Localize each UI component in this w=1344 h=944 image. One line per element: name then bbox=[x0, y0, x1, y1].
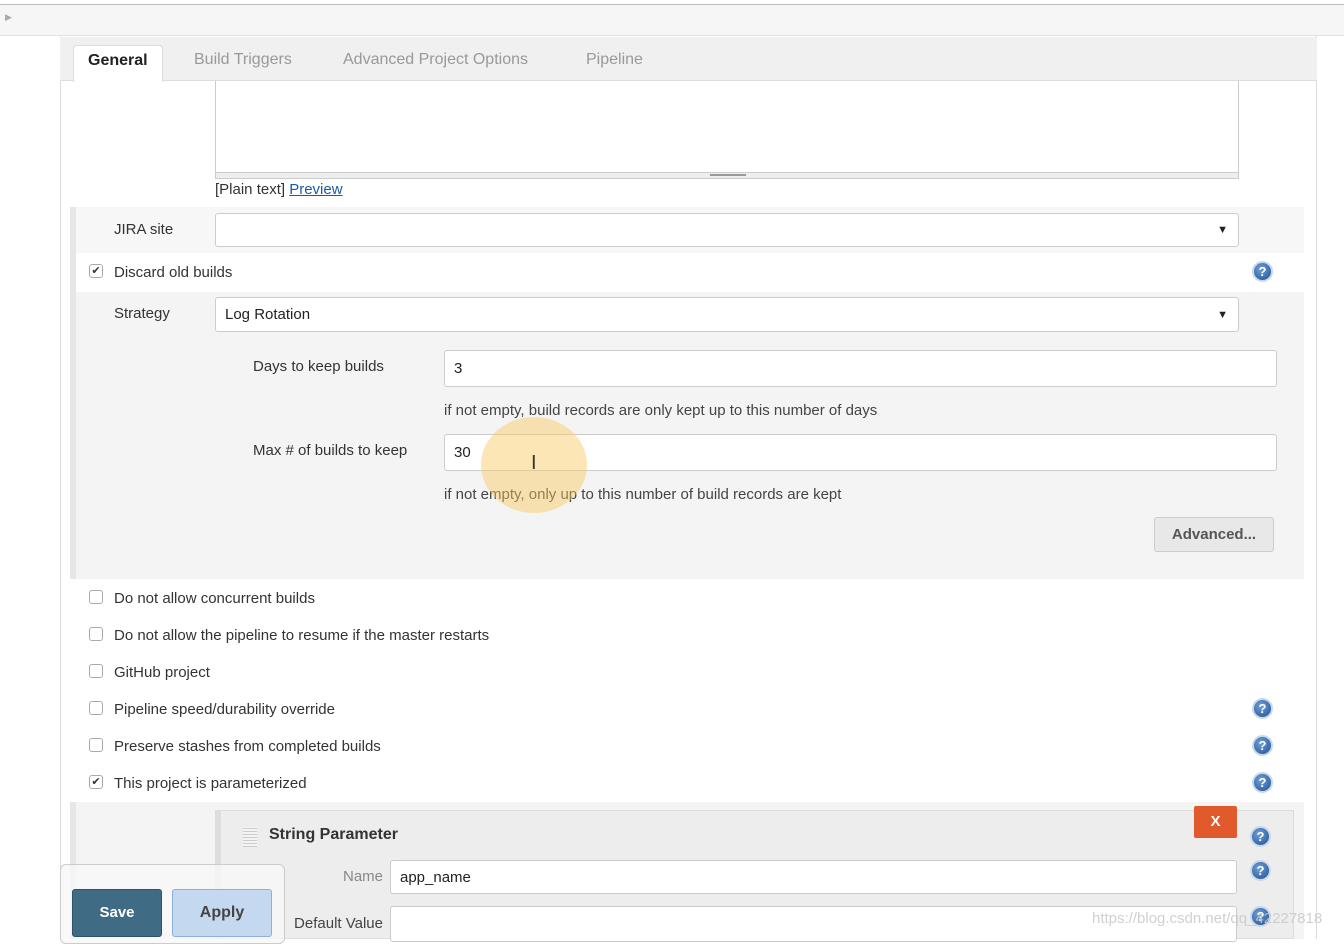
resize-handle[interactable] bbox=[710, 174, 746, 176]
jira-select[interactable]: ▼ bbox=[215, 213, 1239, 247]
option-checkbox[interactable]: ✔ bbox=[89, 775, 103, 789]
discard-old-builds-label: Discard old builds bbox=[114, 264, 233, 281]
save-button[interactable]: Save bbox=[72, 889, 162, 937]
option-label: Preserve stashes from completed builds bbox=[114, 738, 381, 755]
param-name-label: Name bbox=[342, 868, 383, 885]
delete-parameter-button[interactable]: X bbox=[1194, 806, 1237, 838]
description-textarea[interactable] bbox=[215, 81, 1239, 179]
param-name-input[interactable]: app_name bbox=[390, 860, 1237, 894]
help-icon[interactable]: ? bbox=[1250, 860, 1271, 881]
days-label: Days to keep builds bbox=[253, 358, 384, 375]
tab-pipeline[interactable]: Pipeline bbox=[572, 45, 657, 82]
strategy-label: Strategy bbox=[114, 305, 170, 322]
string-parameter-title: String Parameter bbox=[269, 826, 398, 843]
help-icon[interactable]: ? bbox=[1252, 735, 1273, 756]
max-builds-label: Max # of builds to keep bbox=[253, 442, 408, 459]
help-icon[interactable]: ? bbox=[1250, 826, 1271, 847]
help-icon[interactable]: ? bbox=[1252, 261, 1273, 282]
jira-label: JIRA site bbox=[114, 221, 174, 238]
dropdown-caret-icon: ▼ bbox=[1217, 224, 1228, 236]
top-bar: ▶ bbox=[0, 4, 1344, 36]
apply-button[interactable]: Apply bbox=[172, 889, 272, 937]
days-input[interactable]: 3 bbox=[444, 350, 1277, 387]
discard-old-builds-checkbox[interactable]: ✔ bbox=[89, 264, 103, 278]
option-checkbox[interactable] bbox=[89, 738, 103, 752]
option-checkbox[interactable] bbox=[89, 590, 103, 604]
param-default-label: Default Value bbox=[294, 915, 383, 932]
help-icon[interactable]: ? bbox=[1252, 698, 1273, 719]
dropdown-caret-icon: ▼ bbox=[1217, 308, 1228, 321]
option-label: GitHub project bbox=[114, 664, 210, 681]
option-label: Do not allow the pipeline to resume if t… bbox=[114, 627, 490, 644]
expand-arrow-icon[interactable]: ▶ bbox=[5, 12, 12, 23]
tab-build-triggers[interactable]: Build Triggers bbox=[180, 45, 306, 82]
drag-handle-icon[interactable] bbox=[243, 827, 257, 847]
option-checkbox[interactable] bbox=[89, 627, 103, 641]
days-hint: if not empty, build records are only kep… bbox=[444, 402, 878, 419]
option-label: This project is parameterized bbox=[114, 775, 307, 792]
option-checkbox[interactable] bbox=[89, 701, 103, 715]
tab-advanced-project-options[interactable]: Advanced Project Options bbox=[329, 45, 542, 82]
strategy-select[interactable]: Log Rotation ▼ bbox=[215, 297, 1239, 332]
text-cursor-icon: I bbox=[531, 452, 537, 474]
watermark: https://blog.csdn.net/qq_42227818 bbox=[1092, 910, 1323, 927]
option-label: Do not allow concurrent builds bbox=[114, 590, 315, 607]
tab-general[interactable]: General bbox=[73, 45, 163, 82]
option-checkbox[interactable] bbox=[89, 664, 103, 678]
format-label: [Plain text] bbox=[215, 181, 286, 198]
strategy-value: Log Rotation bbox=[225, 306, 311, 323]
tab-bar: General Build Triggers Advanced Project … bbox=[60, 37, 1317, 82]
option-label: Pipeline speed/durability override bbox=[114, 701, 335, 718]
preview-link[interactable]: Preview bbox=[289, 181, 342, 198]
help-icon[interactable]: ? bbox=[1252, 772, 1273, 793]
advanced-button[interactable]: Advanced... bbox=[1154, 517, 1274, 552]
